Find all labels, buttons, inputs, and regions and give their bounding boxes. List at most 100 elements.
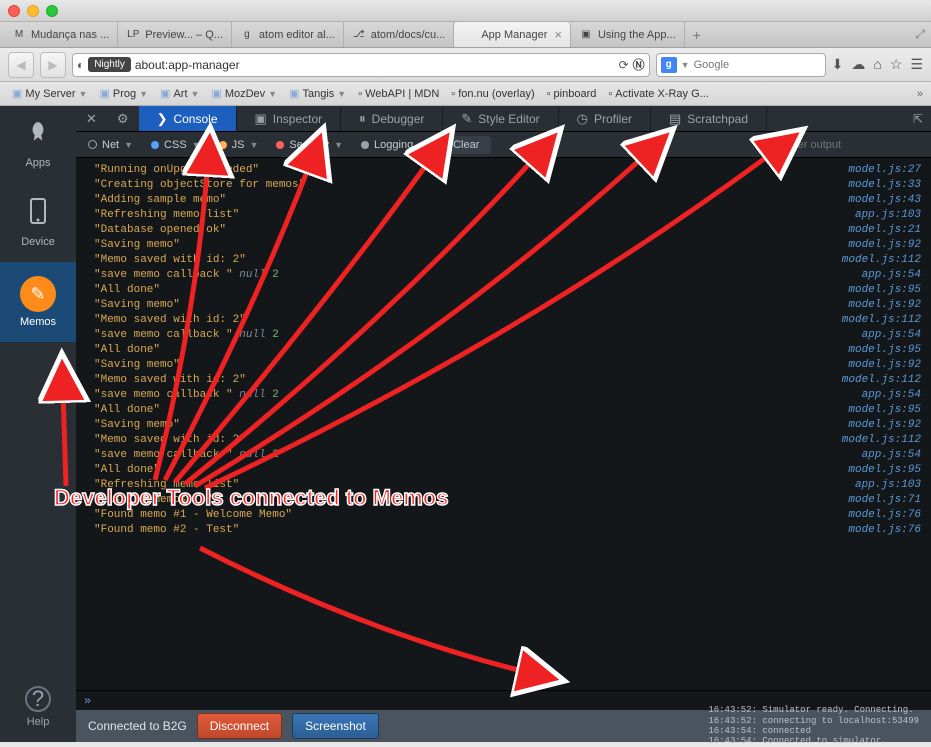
log-source-link[interactable]: model.js:112 <box>834 314 921 326</box>
tab-debugger[interactable]: ⏸Debugger <box>341 106 443 131</box>
log-source-link[interactable]: model.js:112 <box>834 254 921 266</box>
log-source-link[interactable]: model.js:95 <box>840 284 921 296</box>
memos-icon: ✎ <box>20 276 56 312</box>
cloud-icon[interactable]: ☁ <box>851 56 865 73</box>
page-icon: ▫ <box>608 88 612 100</box>
log-source-link[interactable]: model.js:92 <box>840 419 921 431</box>
console-log-line: "Saving memo"model.js:92 <box>76 297 931 312</box>
back-button[interactable]: ◀ <box>8 52 34 78</box>
minimize-window-button[interactable] <box>27 5 39 17</box>
sidebar-item-apps[interactable]: Apps <box>0 106 76 183</box>
url-text[interactable]: about:app-manager <box>135 58 615 72</box>
fullscreen-icon[interactable]: ⤢ <box>909 22 931 47</box>
reader-icon[interactable]: Ⓝ <box>633 56 645 73</box>
close-window-button[interactable] <box>8 5 20 17</box>
search-engine-icon[interactable]: g <box>661 57 677 73</box>
browser-tab[interactable]: ▣Using the App... <box>571 22 685 47</box>
console-output[interactable]: "Running onUpgradeNeeded"model.js:27"Cre… <box>76 158 931 690</box>
bookmark-item[interactable]: ▣Prog▼ <box>95 85 152 102</box>
clear-button[interactable]: Clear <box>441 136 491 154</box>
screenshot-button[interactable]: Screenshot <box>292 713 379 739</box>
log-source-link[interactable]: model.js:27 <box>840 164 921 176</box>
sidebar-item-memos[interactable]: ✎ Memos <box>0 262 76 342</box>
log-source-link[interactable]: model.js:71 <box>840 494 921 506</box>
settings-gear-icon[interactable]: ⚙ <box>107 106 139 131</box>
home-icon[interactable]: ⌂ <box>873 56 881 73</box>
log-source-link[interactable]: model.js:112 <box>834 434 921 446</box>
folder-icon: ▣ <box>12 87 22 100</box>
zoom-window-button[interactable] <box>46 5 58 17</box>
disconnect-button[interactable]: Disconnect <box>197 713 282 739</box>
filter-logging[interactable]: Logging▼ <box>357 139 431 151</box>
log-source-link[interactable]: model.js:76 <box>840 509 921 521</box>
close-tab-icon[interactable]: × <box>554 27 562 42</box>
log-source-link[interactable]: app.js:103 <box>847 209 921 221</box>
bookmark-item[interactable]: ▣MozDev▼ <box>207 85 281 102</box>
log-source-link[interactable]: model.js:95 <box>840 344 921 356</box>
tab-scratchpad[interactable]: ▤Scratchpad <box>651 106 767 131</box>
console-log-line: "Adding sample memo"model.js:43 <box>76 192 931 207</box>
bookmarks-overflow-icon[interactable]: » <box>917 88 923 100</box>
log-source-link[interactable]: model.js:92 <box>840 299 921 311</box>
new-tab-button[interactable]: + <box>685 22 709 47</box>
log-source-link[interactable]: model.js:43 <box>840 194 921 206</box>
filter-security[interactable]: Security▼ <box>272 139 347 151</box>
filter-css[interactable]: CSS▼ <box>147 139 205 151</box>
bookmark-item[interactable]: ▣My Server▼ <box>8 85 91 102</box>
reload-icon[interactable]: ⟳ <box>619 58 629 72</box>
connection-status: Connected to B2G <box>88 719 187 733</box>
favicon-icon: ⎇ <box>352 28 366 42</box>
bookmark-star-icon[interactable]: ☆ <box>890 56 903 73</box>
browser-tab[interactable]: LPPreview... – Q... <box>118 22 232 47</box>
search-bar[interactable]: g ▼ <box>656 53 826 77</box>
console-log-line: "Refreshing memo list"app.js:103 <box>76 207 931 222</box>
sidebar-item-help[interactable]: ? Help <box>25 672 51 742</box>
browser-tab[interactable]: MMudança nas ... <box>4 22 118 47</box>
log-source-link[interactable]: model.js:92 <box>840 359 921 371</box>
bookmarks-toolbar: ▣My Server▼▣Prog▼▣Art▼▣MozDev▼▣Tangis▼▫W… <box>0 82 931 106</box>
filter-net[interactable]: Net▼ <box>84 139 137 151</box>
debugger-icon: ⏸ <box>359 111 366 127</box>
tab-console[interactable]: ❯Console <box>139 106 237 131</box>
bookmark-item[interactable]: ▫WebAPI | MDN <box>354 86 443 102</box>
inspector-icon: ▣ <box>255 111 267 127</box>
browser-tab[interactable]: ⎇atom/docs/cu... <box>344 22 455 47</box>
bookmark-label: Art <box>173 88 187 100</box>
bookmark-item[interactable]: ▫Activate X-Ray G... <box>604 86 712 102</box>
filter-js[interactable]: JS▼ <box>215 139 263 151</box>
forward-button[interactable]: ▶ <box>40 52 66 78</box>
tab-label: Using the App... <box>598 29 676 41</box>
tab-profiler[interactable]: ◷Profiler <box>559 106 651 131</box>
bookmark-item[interactable]: ▣Art▼ <box>156 85 203 102</box>
log-source-link[interactable]: model.js:21 <box>840 224 921 236</box>
close-devtools-icon[interactable]: ✕ <box>76 106 107 131</box>
tab-style-editor[interactable]: ✎Style Editor <box>443 106 558 131</box>
log-source-link[interactable]: model.js:92 <box>840 239 921 251</box>
bookmark-item[interactable]: ▫pinboard <box>543 86 601 102</box>
log-source-link[interactable]: model.js:95 <box>840 464 921 476</box>
log-source-link[interactable]: model.js:112 <box>834 374 921 386</box>
address-bar[interactable]: ◐ Nightly about:app-manager ⟳ Ⓝ <box>72 53 650 77</box>
dock-side-icon[interactable]: ⇱ <box>905 106 931 131</box>
log-source-link[interactable]: app.js:103 <box>847 479 921 491</box>
log-source-link[interactable]: model.js:33 <box>840 179 921 191</box>
bookmark-item[interactable]: ▫fon.nu (overlay) <box>447 86 538 102</box>
filter-output-input[interactable] <box>783 139 923 151</box>
tab-inspector[interactable]: ▣Inspector <box>237 106 342 131</box>
menu-icon[interactable]: ☰ <box>910 56 923 73</box>
style-icon: ✎ <box>461 111 472 127</box>
log-source-link[interactable]: model.js:76 <box>840 524 921 536</box>
log-source-link[interactable]: app.js:54 <box>854 269 921 281</box>
download-icon[interactable]: ⬇ <box>832 56 844 73</box>
log-message: "Refreshing memo list" <box>94 209 847 221</box>
sidebar-item-device[interactable]: Device <box>0 183 76 262</box>
identity-box[interactable]: Nightly <box>88 57 131 72</box>
bookmark-item[interactable]: ▣Tangis▼ <box>285 85 350 102</box>
log-source-link[interactable]: app.js:54 <box>854 329 921 341</box>
log-source-link[interactable]: app.js:54 <box>854 449 921 461</box>
log-source-link[interactable]: model.js:95 <box>840 404 921 416</box>
search-input[interactable] <box>694 59 794 71</box>
log-source-link[interactable]: app.js:54 <box>854 389 921 401</box>
browser-tab[interactable]: App Manager× <box>454 22 571 47</box>
browser-tab[interactable]: gatom editor al... <box>232 22 344 47</box>
